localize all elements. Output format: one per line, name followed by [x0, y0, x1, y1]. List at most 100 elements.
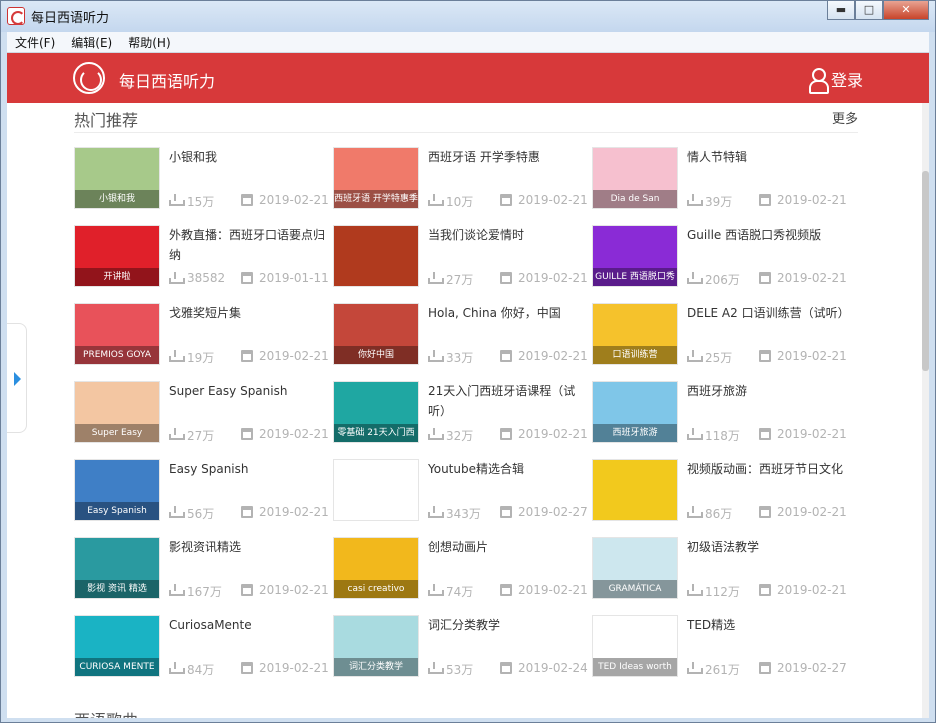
item-title[interactable]: 戈雅奖短片集 — [169, 303, 327, 323]
item-title[interactable]: 创想动画片 — [428, 537, 586, 557]
goya-thumb[interactable]: PREMIOS GOYA — [74, 303, 160, 365]
list-item[interactable]: Youtube精选合辑 343万 2019-02-27 — [333, 459, 588, 523]
menu-help[interactable]: 帮助(H) — [120, 34, 178, 51]
item-title[interactable]: 初级语法教学 — [687, 537, 845, 557]
item-title[interactable]: 西班牙语 开学季特惠 — [428, 147, 586, 167]
item-title[interactable]: 情人节特辑 — [687, 147, 845, 167]
scrollbar-thumb[interactable] — [922, 171, 929, 371]
talkshow-thumb[interactable]: GUILLE 西语脱口秀 — [592, 225, 678, 287]
list-item[interactable]: 小银和我 小银和我 15万 2019-02-21 — [74, 147, 329, 211]
list-item[interactable]: Dia de San Valentin 情人节特辑 39万 2019-02-21 — [592, 147, 847, 211]
list-item[interactable]: 零基础 21天入门西班牙语 21天入门西班牙语课程（试听） 32万 2019-02-2… — [333, 381, 588, 445]
list-item[interactable]: 口语训练营 DELE A2 口语训练营（试听） 25万 2019-02-21 — [592, 303, 850, 367]
calendar-icon — [500, 584, 512, 596]
list-item[interactable]: Super Easy SpanishSuper Easy Spanish27万2… — [74, 381, 329, 445]
ted-thumb[interactable]: TED Ideas worth spreading — [592, 615, 678, 677]
list-item[interactable]: TED Ideas worth spreading TED精选 261万 2019-0… — [592, 615, 847, 679]
item-meta: 19万 2019-02-21 — [169, 349, 329, 365]
item-meta: 112万 2019-02-21 — [687, 583, 847, 599]
item-meta: 56万 2019-02-21 — [169, 505, 329, 521]
list-item[interactable]: Easy Spanish Easy Spanish 56万 2019-02-21 — [74, 459, 329, 523]
publish-date: 2019-02-21 — [518, 583, 588, 597]
calendar-icon — [241, 350, 253, 362]
thumb-caption: CURIOSA MENTE — [75, 658, 159, 676]
publish-date: 2019-02-21 — [777, 271, 847, 285]
item-meta: 10万 2019-02-21 — [428, 193, 588, 209]
item-title[interactable]: 影视资讯精选 — [169, 537, 327, 557]
item-title[interactable]: 21天入门西班牙语课程（试听） — [428, 381, 586, 421]
list-item[interactable]: GRAMÁTICA 初级语法教学 112万 2019-02-21 — [592, 537, 847, 601]
title-bar[interactable]: 每日西语听力 ▬ □ ✕ — [1, 1, 935, 32]
download-icon — [169, 428, 185, 440]
sidebar-toggle[interactable] — [7, 323, 27, 433]
calendar-icon — [241, 506, 253, 518]
login-button[interactable]: 登录 — [808, 67, 863, 94]
promo-thumb[interactable]: 西班牙语 开学特惠季 — [333, 147, 419, 209]
item-title[interactable]: Hola, China 你好，中国 — [428, 303, 586, 323]
item-title[interactable]: 西班牙旅游 — [687, 381, 845, 401]
travel-thumb[interactable]: 西班牙旅游 — [592, 381, 678, 443]
item-title[interactable]: DELE A2 口语训练营（试听） — [687, 303, 850, 323]
list-item[interactable]: CURIOSA MENTE CuriosaMente 84万 2019-02-21 — [74, 615, 329, 679]
interview-thumb[interactable]: Easy Spanish — [74, 459, 160, 521]
list-item[interactable]: 开讲啦 外教直播：西班牙口语要点归纳 38582 2019-01-11 — [74, 225, 329, 289]
heart-thumb[interactable]: Dia de San Valentin — [592, 147, 678, 209]
download-icon — [169, 194, 185, 206]
list-item[interactable]: 当我们谈论爱情时 27万 2019-02-21 — [333, 225, 588, 289]
item-title[interactable]: Guille 西语脱口秀视频版 — [687, 225, 845, 245]
maximize-button[interactable]: □ — [855, 1, 883, 20]
calendar-icon — [500, 350, 512, 362]
list-item[interactable]: GUILLE 西语脱口秀 Guille 西语脱口秀视频版 206万 2019-02-2… — [592, 225, 847, 289]
download-icon — [169, 272, 185, 284]
course-thumb[interactable]: 零基础 21天入门西班牙语 — [333, 381, 419, 443]
more-link[interactable]: 更多 — [832, 108, 858, 127]
curiosamente-thumb[interactable]: CURIOSA MENTE — [74, 615, 160, 677]
sun-thumb[interactable] — [333, 459, 419, 521]
list-item[interactable]: 词汇分类教学 词汇分类教学 53万 2019-02-24 — [333, 615, 588, 679]
lecture-thumb[interactable]: 开讲啦 — [74, 225, 160, 287]
cartoon-thumb[interactable]: casi creativo — [333, 537, 419, 599]
item-title[interactable]: Easy Spanish — [169, 459, 327, 479]
item-title[interactable]: 当我们谈论爱情时 — [428, 225, 586, 245]
minimize-button[interactable]: ▬ — [827, 1, 855, 20]
play-count: 10万 — [446, 195, 474, 209]
projector-thumb[interactable]: 影视 资讯 精选 — [74, 537, 160, 599]
china-food-thumb[interactable]: 你好中国 — [333, 303, 419, 365]
item-title[interactable]: TED精选 — [687, 615, 845, 635]
list-item[interactable]: 西班牙旅游 西班牙旅游 118万 2019-02-21 — [592, 381, 847, 445]
item-title[interactable]: 视频版动画：西班牙节日文化 — [687, 459, 845, 479]
list-item[interactable]: 你好中国 Hola, China 你好，中国 33万 2019-02-21 — [333, 303, 588, 367]
item-title[interactable]: 词汇分类教学 — [428, 615, 586, 635]
dele-thumb[interactable]: 口语训练营 — [592, 303, 678, 365]
donkey-illustration-thumb[interactable]: 小银和我 — [74, 147, 160, 209]
play-count: 86万 — [705, 507, 733, 521]
menu-edit[interactable]: 编辑(E) — [63, 34, 120, 51]
item-title[interactable]: 小银和我 — [169, 147, 327, 167]
item-title[interactable]: 外教直播：西班牙口语要点归纳 — [169, 225, 327, 265]
item-title[interactable]: Youtube精选合辑 — [428, 459, 586, 479]
window-controls: ▬ □ ✕ — [827, 1, 929, 21]
vocabulary-thumb[interactable]: 词汇分类教学 — [333, 615, 419, 677]
festival-thumb[interactable] — [592, 459, 678, 521]
play-count: 118万 — [705, 429, 740, 443]
item-title[interactable]: Super Easy Spanish — [169, 381, 327, 401]
couple-sunset-thumb[interactable] — [333, 225, 419, 287]
calendar-icon — [759, 194, 771, 206]
list-item[interactable]: 西班牙语 开学特惠季 西班牙语 开学季特惠 10万 2019-02-21 — [333, 147, 588, 211]
list-item[interactable]: 视频版动画：西班牙节日文化 86万 2019-02-21 — [592, 459, 847, 523]
grammar-thumb[interactable]: GRAMÁTICA — [592, 537, 678, 599]
calendar-icon — [241, 272, 253, 284]
thumb-caption: 你好中国 — [334, 346, 418, 364]
publish-date: 2019-02-21 — [518, 193, 588, 207]
list-item[interactable]: 影视 资讯 精选 影视资讯精选 167万 2019-02-21 — [74, 537, 329, 601]
app-header: 每日西语听力 登录 — [7, 53, 929, 103]
calendar-icon — [500, 194, 512, 206]
play-count: 25万 — [705, 351, 733, 365]
list-item[interactable]: casi creativo 创想动画片 74万 2019-02-21 — [333, 537, 588, 601]
menu-file[interactable]: 文件(F) — [7, 34, 63, 51]
list-item[interactable]: PREMIOS GOYA 戈雅奖短片集 19万 2019-02-21 — [74, 303, 329, 367]
close-button[interactable]: ✕ — [883, 1, 929, 20]
people-thumb[interactable]: Super Easy Spanish — [74, 381, 160, 443]
item-title[interactable]: CuriosaMente — [169, 615, 327, 635]
play-count: 84万 — [187, 663, 215, 677]
